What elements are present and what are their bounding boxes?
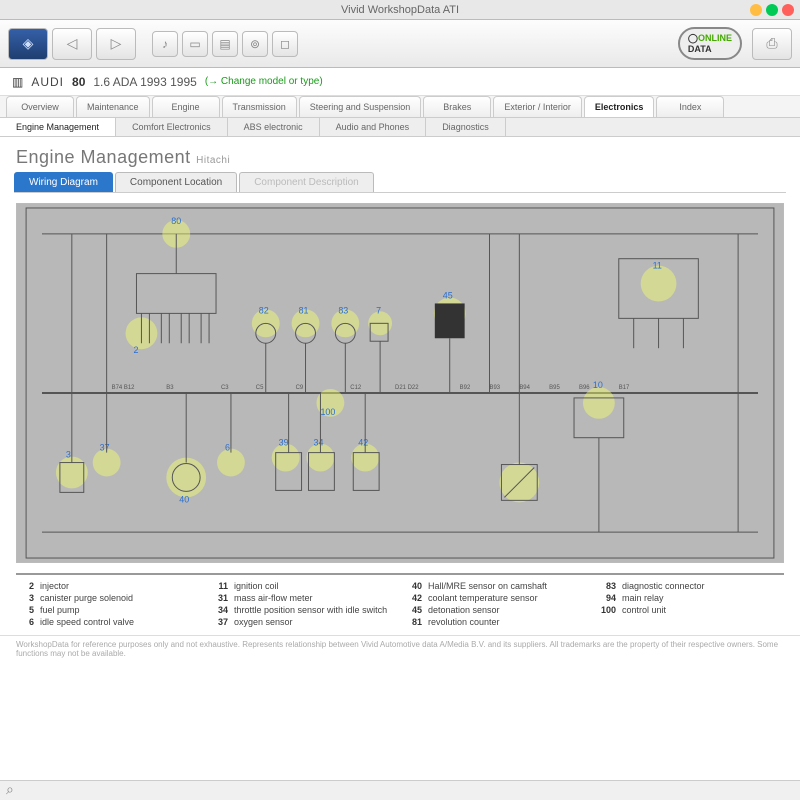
- svg-text:37: 37: [100, 443, 110, 453]
- window-controls: [750, 4, 794, 16]
- svg-text:6: 6: [225, 443, 230, 453]
- tab-exterior[interactable]: Exterior / Interior: [493, 96, 582, 117]
- callout-80: 80: [171, 216, 181, 226]
- tab-engine[interactable]: Engine: [152, 96, 220, 117]
- ctab-wiring[interactable]: Wiring Diagram: [14, 172, 113, 192]
- tool-4[interactable]: ⊚: [242, 31, 268, 57]
- close-icon[interactable]: [782, 4, 794, 16]
- minimize-icon[interactable]: [750, 4, 762, 16]
- change-model-link[interactable]: (→ Change model or type): [205, 76, 323, 87]
- print-button[interactable]: ⎙: [752, 28, 792, 60]
- svg-text:D21 D22: D21 D22: [395, 385, 419, 391]
- vehicle-selector: ▥ AUDI 80 1.6 ADA 1993 1995 (→ Change mo…: [0, 68, 800, 96]
- page-title: Engine Management Hitachi: [0, 137, 800, 172]
- sub-tabs: Engine Management Comfort Electronics AB…: [0, 118, 800, 137]
- content-tabs: Wiring Diagram Component Location Compon…: [14, 172, 786, 193]
- tool-5[interactable]: ◻: [272, 31, 298, 57]
- svg-text:100: 100: [320, 407, 335, 417]
- svg-text:B94: B94: [519, 385, 530, 391]
- page-heading: Engine Management: [16, 147, 191, 167]
- main-tabs: Overview Maintenance Engine Transmission…: [0, 96, 800, 118]
- home-button[interactable]: ◈: [8, 28, 48, 60]
- titlebar: Vivid WorkshopData ATI: [0, 0, 800, 20]
- toolbar: ◈ ◁ ▷ ♪ ▭ ▤ ⊚ ◻ ◯ONLINEDATA ⎙: [0, 20, 800, 68]
- zoom-icon[interactable]: ⌕: [6, 781, 14, 798]
- svg-text:3: 3: [66, 449, 71, 459]
- wiring-diagram[interactable]: 80 2 82 81 83 7 45 11 10: [16, 203, 784, 563]
- tab-index[interactable]: Index: [656, 96, 724, 117]
- tab-overview[interactable]: Overview: [6, 96, 74, 117]
- svg-text:B3: B3: [166, 385, 174, 391]
- vehicle-make: AUDI: [31, 75, 64, 89]
- footnote: WorkshopData for reference purposes only…: [0, 635, 800, 662]
- ctab-description: Component Description: [239, 172, 374, 192]
- status-bar: ⌕: [0, 780, 800, 800]
- svg-text:7: 7: [376, 305, 381, 315]
- nav-forward-button[interactable]: ▷: [96, 28, 136, 60]
- svg-text:B93: B93: [490, 385, 501, 391]
- svg-text:42: 42: [358, 438, 368, 448]
- callout-2: 2: [133, 345, 138, 355]
- brand-logo: ◯ONLINEDATA ⎙: [678, 27, 792, 60]
- tab-brakes[interactable]: Brakes: [423, 96, 491, 117]
- vehicle-details: 1.6 ADA 1993 1995: [93, 75, 196, 89]
- svg-text:40: 40: [179, 494, 189, 504]
- svg-text:C12: C12: [350, 385, 362, 391]
- tab-maintenance[interactable]: Maintenance: [76, 96, 150, 117]
- subtab-audio[interactable]: Audio and Phones: [320, 118, 427, 136]
- subtab-engine-mgmt[interactable]: Engine Management: [0, 118, 116, 136]
- svg-text:B17: B17: [619, 385, 630, 391]
- svg-text:82: 82: [259, 305, 269, 315]
- svg-text:81: 81: [299, 305, 309, 315]
- svg-text:B92: B92: [460, 385, 471, 391]
- svg-text:C5: C5: [256, 385, 264, 391]
- svg-text:B95: B95: [549, 385, 560, 391]
- svg-text:45: 45: [443, 290, 453, 300]
- svg-text:B96: B96: [579, 385, 590, 391]
- svg-text:B74 B12: B74 B12: [112, 385, 136, 391]
- tab-electronics[interactable]: Electronics: [584, 96, 655, 117]
- tool-1[interactable]: ♪: [152, 31, 178, 57]
- svg-text:C9: C9: [296, 385, 304, 391]
- maximize-icon[interactable]: [766, 4, 778, 16]
- svg-text:39: 39: [279, 438, 289, 448]
- ctab-location[interactable]: Component Location: [115, 172, 237, 192]
- vehicle-model: 80: [72, 75, 85, 89]
- subtab-abs[interactable]: ABS electronic: [228, 118, 320, 136]
- tool-2[interactable]: ▭: [182, 31, 208, 57]
- component-legend: 2injector 11ignition coil 40Hall/MRE sen…: [16, 573, 784, 627]
- tab-steering[interactable]: Steering and Suspension: [299, 96, 422, 117]
- svg-text:C3: C3: [221, 385, 229, 391]
- svg-text:83: 83: [338, 305, 348, 315]
- subtab-diag[interactable]: Diagnostics: [426, 118, 506, 136]
- window-title: Vivid WorkshopData ATI: [341, 4, 459, 16]
- vehicle-icon: ▥: [12, 75, 23, 89]
- nav-back-button[interactable]: ◁: [52, 28, 92, 60]
- page-sub: Hitachi: [196, 155, 230, 166]
- subtab-comfort[interactable]: Comfort Electronics: [116, 118, 228, 136]
- data-logo-icon: ◯ONLINEDATA: [678, 27, 742, 60]
- svg-text:11: 11: [653, 261, 662, 271]
- svg-text:10: 10: [593, 380, 603, 390]
- tab-transmission[interactable]: Transmission: [222, 96, 297, 117]
- svg-text:34: 34: [313, 438, 323, 448]
- tool-3[interactable]: ▤: [212, 31, 238, 57]
